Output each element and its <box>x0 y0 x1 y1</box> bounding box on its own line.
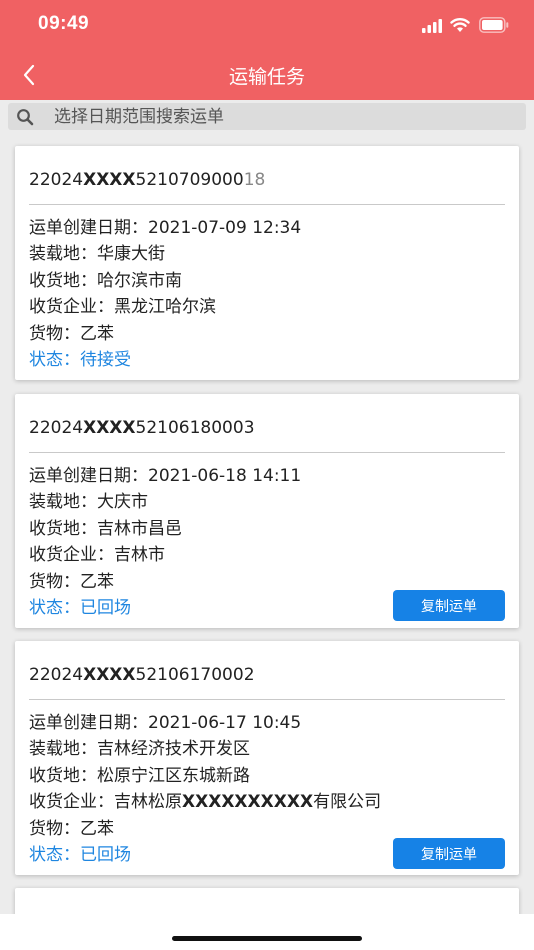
copy-waybill-button[interactable]: 复制运单 <box>393 838 505 869</box>
search-icon <box>17 109 34 126</box>
status-row: 状态：待接受 <box>29 350 131 370</box>
waybill-number: 22024XXXX52106170002 <box>29 665 255 685</box>
goods-row: 货物：乙苯 <box>29 324 114 344</box>
waybill-number: 22024XXXX521070900018 <box>29 170 266 190</box>
created-date-row: 运单创建日期：2021-06-18 14:11 <box>29 466 302 486</box>
receiving-company-row: 收货企业：黑龙江哈尔滨 <box>29 297 216 317</box>
receiving-company-row: 收货企业：吉林市 <box>29 545 165 565</box>
goods-row: 货物：乙苯 <box>29 819 114 839</box>
waybill-card[interactable]: 22024XXXX52106170002 运单创建日期：2021-06-17 1… <box>15 641 519 875</box>
waybill-card[interactable]: 22024XXXX52106180003 运单创建日期：2021-06-18 1… <box>15 394 519 628</box>
waybill-card[interactable]: 22024XXXX521070900018 运单创建日期：2021-07-09 … <box>15 146 519 380</box>
navigation-bar: 运输任务 <box>0 52 534 98</box>
divider <box>29 699 505 700</box>
goods-row: 货物：乙苯 <box>29 572 114 592</box>
status-badge: 已回场 <box>80 598 131 618</box>
status-badge: 待接受 <box>80 350 131 370</box>
created-date-row: 运单创建日期：2021-06-17 10:45 <box>29 713 302 733</box>
wifi-icon <box>450 18 470 32</box>
status-row: 状态：已回场 <box>29 845 131 865</box>
receiving-company-row: 收货企业：吉林松原XXXXXXXXXX有限公司 <box>29 792 382 812</box>
battery-icon <box>479 17 509 33</box>
divider <box>29 452 505 453</box>
date-range-search-input[interactable] <box>54 103 514 130</box>
app-header: 09:49 运输任务 <box>0 0 534 100</box>
status-bar: 09:49 <box>0 0 534 52</box>
receiving-place-row: 收货地：哈尔滨市南 <box>29 271 182 291</box>
copy-waybill-button[interactable]: 复制运单 <box>393 590 505 621</box>
home-indicator-area <box>0 914 534 950</box>
cellular-signal-icon <box>422 19 442 33</box>
loading-place-row: 装载地：华康大街 <box>29 244 165 264</box>
status-time: 09:49 <box>38 13 90 34</box>
waybill-number: 22024XXXX52106180003 <box>29 418 255 438</box>
created-date-row: 运单创建日期：2021-07-09 12:34 <box>29 218 302 238</box>
loading-place-row: 装载地：吉林经济技术开发区 <box>29 739 250 759</box>
home-indicator-bar[interactable] <box>172 936 362 941</box>
receiving-place-row: 收货地：吉林市昌邑 <box>29 519 182 539</box>
receiving-place-row: 收货地：松原宁江区东城新路 <box>29 766 250 786</box>
search-box[interactable] <box>8 103 526 130</box>
page-title: 运输任务 <box>228 66 305 88</box>
status-badge: 已回场 <box>80 845 131 865</box>
status-row: 状态：已回场 <box>29 598 131 618</box>
loading-place-row: 装载地：大庆市 <box>29 492 148 512</box>
search-bar <box>0 100 534 134</box>
divider <box>29 204 505 205</box>
